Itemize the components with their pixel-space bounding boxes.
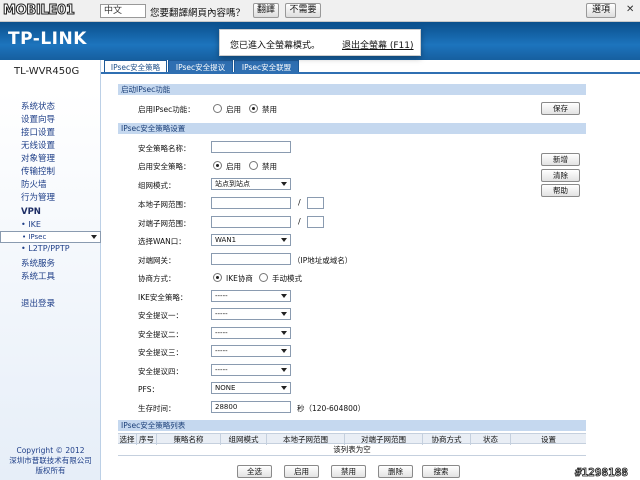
- proposal-4-label: 安全提议四：: [138, 367, 183, 376]
- enable-policy-on-label: 启用: [226, 162, 241, 171]
- fullscreen-message: 您已進入全螢幕模式。: [230, 41, 321, 51]
- section-policy-list: IPsec安全策略列表: [118, 420, 586, 431]
- page: { "translate_bar": { "logo": "MOBILE01",…: [0, 0, 640, 480]
- remote-gateway-hint: （IP地址或域名）: [293, 256, 353, 265]
- no-translate-button[interactable]: 不需要: [285, 3, 321, 18]
- save-button[interactable]: 保存: [541, 102, 580, 115]
- sidebar-item-wizard[interactable]: 设置向导: [21, 113, 55, 125]
- sidebar-item-wireless[interactable]: 无线设置: [21, 139, 55, 151]
- sidebar-sub-ipsec[interactable]: • IPsec: [0, 231, 101, 243]
- search-button[interactable]: 搜索: [422, 465, 460, 478]
- add-button[interactable]: 新增: [541, 153, 580, 166]
- tplink-logo: TP-LINK: [8, 29, 87, 49]
- company-name: 深圳市普联技术有限公司: [9, 456, 92, 465]
- network-mode-select[interactable]: 站点到站点: [211, 178, 291, 190]
- sidebar-item-transfer[interactable]: 传输控制: [21, 165, 55, 177]
- proposal-1-select[interactable]: -----: [211, 308, 291, 320]
- proposal-1-label: 安全提议一：: [138, 311, 183, 320]
- fullscreen-notice: 您已進入全螢幕模式。 退出全螢幕 (F11): [219, 29, 421, 56]
- remote-subnet-mask-input[interactable]: [307, 216, 324, 228]
- enable-selected-button[interactable]: 启用: [284, 465, 319, 478]
- enable-ipsec-on-radio[interactable]: [213, 104, 222, 113]
- sidebar-sub-l2tp[interactable]: • L2TP/PPTP: [21, 244, 70, 253]
- sidebar-sub-ike[interactable]: • IKE: [21, 220, 41, 229]
- remote-subnet-slash: /: [298, 217, 301, 226]
- translate-button[interactable]: 翻譯: [253, 3, 279, 18]
- negotiation-manual-radio[interactable]: [259, 273, 268, 282]
- sidebar-item-tools[interactable]: 系统工具: [21, 270, 55, 282]
- sidebar-item-status[interactable]: 系统状态: [21, 100, 55, 112]
- translate-prompt: 您要翻譯網頁內容嗎？: [150, 8, 246, 19]
- pfs-select[interactable]: NONE: [211, 382, 291, 394]
- local-subnet-ip-input[interactable]: [211, 197, 291, 209]
- model-name: TL-WVR450G: [14, 66, 80, 77]
- sidebar-item-vpn[interactable]: VPN: [21, 207, 41, 217]
- help-button[interactable]: 帮助: [541, 184, 580, 197]
- sidebar-item-interface[interactable]: 接口设置: [21, 126, 55, 138]
- rights-text: 版权所有: [35, 466, 66, 475]
- negotiation-manual-label: 手动模式: [272, 274, 302, 283]
- section-enable-ipsec: 启动IPsec功能: [118, 84, 586, 95]
- pfs-label: PFS：: [138, 385, 159, 394]
- sidebar-item-objects[interactable]: 对象管理: [21, 152, 55, 164]
- delete-selected-button[interactable]: 删除: [378, 465, 413, 478]
- enable-policy-off-radio[interactable]: [249, 161, 258, 170]
- proposal-4-select[interactable]: -----: [211, 364, 291, 376]
- clear-button[interactable]: 清除: [541, 169, 580, 182]
- proposal-2-label: 安全提议二：: [138, 330, 183, 339]
- options-button[interactable]: 選項: [586, 3, 616, 18]
- language-select[interactable]: 中文: [100, 4, 146, 18]
- negotiation-ike-label: IKE协商: [226, 274, 253, 283]
- remote-subnet-label: 对端子网范围：: [138, 219, 191, 228]
- proposal-3-label: 安全提议三：: [138, 348, 183, 357]
- policy-name-label: 安全策略名称：: [138, 144, 191, 153]
- enable-ipsec-off-radio[interactable]: [249, 104, 258, 113]
- enable-policy-on-radio[interactable]: [213, 161, 222, 170]
- copyright: Copyright © 2012 深圳市普联技术有限公司 版权所有: [0, 446, 101, 476]
- sidebar-item-logout[interactable]: 退出登录: [21, 297, 55, 309]
- enable-policy-label: 启用安全策略：: [138, 162, 191, 171]
- watermark: #1298188: [575, 466, 629, 480]
- lifetime-input[interactable]: 28800: [211, 401, 291, 413]
- wan-label: 选择WAN口：: [138, 237, 186, 246]
- negotiation-label: 协商方式：: [138, 274, 176, 283]
- sidebar-item-behavior[interactable]: 行为管理: [21, 191, 55, 203]
- local-subnet-mask-input[interactable]: [307, 197, 324, 209]
- close-icon[interactable]: ✕: [626, 4, 634, 15]
- translate-bar: MOBILE01 中文 您要翻譯網頁內容嗎？ 翻譯 不需要 選項 ✕: [0, 0, 640, 22]
- proposal-2-select[interactable]: -----: [211, 327, 291, 339]
- exit-fullscreen-link[interactable]: 退出全螢幕 (F11): [342, 38, 414, 51]
- enable-ipsec-label: 启用IPsec功能：: [138, 105, 195, 114]
- lifetime-label: 生存时间：: [138, 404, 176, 413]
- enable-ipsec-on-label: 启用: [226, 105, 241, 114]
- network-mode-label: 组网模式：: [138, 181, 176, 190]
- enable-policy-off-label: 禁用: [262, 162, 277, 171]
- wan-select[interactable]: WAN1: [211, 234, 291, 246]
- enable-ipsec-off-label: 禁用: [262, 105, 277, 114]
- proposal-3-select[interactable]: -----: [211, 345, 291, 357]
- remote-gateway-label: 对端网关：: [138, 256, 176, 265]
- section-policy-settings: IPsec安全策略设置: [118, 123, 586, 134]
- policy-name-input[interactable]: [211, 141, 291, 153]
- sidebar-item-firewall[interactable]: 防火墙: [21, 178, 47, 190]
- sidebar-item-services[interactable]: 系统服务: [21, 257, 55, 269]
- remote-subnet-ip-input[interactable]: [211, 216, 291, 228]
- ike-policy-select[interactable]: -----: [211, 290, 291, 302]
- local-subnet-slash: /: [298, 198, 301, 207]
- model-panel: TL-WVR450G: [0, 60, 101, 90]
- negotiation-ike-radio[interactable]: [213, 273, 222, 282]
- lifetime-unit: 秒（120-604800）: [297, 404, 366, 413]
- ike-policy-label: IKE安全策略：: [138, 293, 188, 302]
- disable-selected-button[interactable]: 禁用: [331, 465, 366, 478]
- local-subnet-label: 本地子网范围：: [138, 200, 191, 209]
- copyright-line: Copyright © 2012: [16, 446, 85, 455]
- policy-table-header: 选择 序号 策略名称 组网模式 本地子网范围 对端子网范围 协商方式 状态 设置: [118, 433, 586, 445]
- policy-table-empty: 该列表为空: [118, 444, 586, 456]
- select-all-button[interactable]: 全选: [237, 465, 272, 478]
- remote-gateway-input[interactable]: [211, 253, 291, 265]
